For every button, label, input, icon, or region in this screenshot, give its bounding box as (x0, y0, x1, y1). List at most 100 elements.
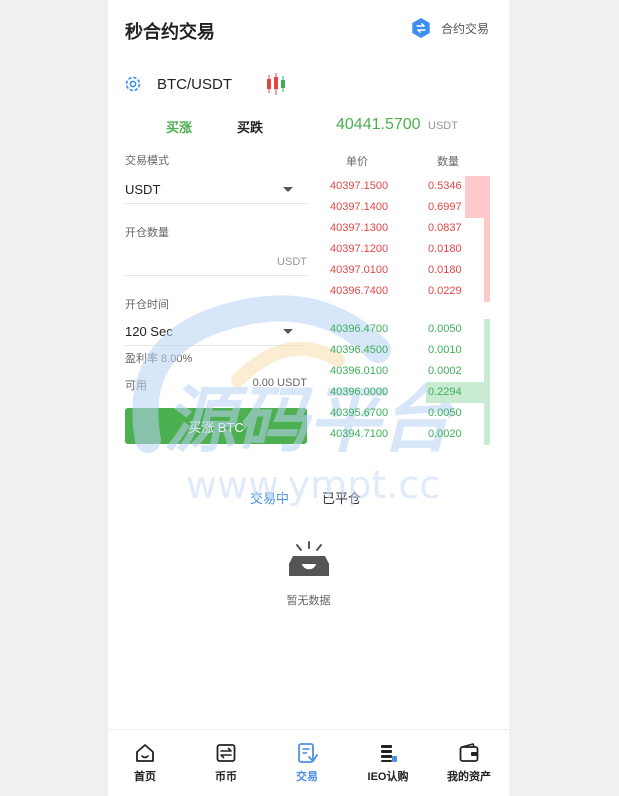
nav-ieo[interactable]: IEO认购 (353, 742, 423, 784)
orderbook-row-sell[interactable]: 40397.1400 0.6997 (330, 197, 490, 218)
depth-bar (484, 319, 490, 340)
qty-label: 开仓数量 (125, 227, 169, 239)
orderbook-row-sell[interactable]: 40396.7400 0.0229 (330, 281, 490, 302)
order-price: 40397.1400 (330, 201, 389, 213)
qty-input[interactable]: USDT (125, 246, 307, 276)
orderbook-row-sell[interactable]: 40397.1200 0.0180 (330, 239, 490, 260)
order-tabs: 交易中 已平仓 (108, 486, 509, 506)
depth-bar (465, 176, 490, 197)
order-price: 40397.1300 (330, 222, 389, 234)
time-label: 开仓时间 (125, 299, 169, 311)
depth-bar (465, 197, 490, 218)
tab-closed[interactable]: 已平仓 (322, 488, 361, 507)
order-qty: 0.0837 (428, 222, 462, 234)
tab-buy-up[interactable]: 买涨 (166, 117, 192, 136)
order-qty: 0.0050 (428, 407, 462, 419)
nav-assets[interactable]: 我的资产 (434, 742, 504, 784)
nav-label: 交易 (296, 771, 318, 783)
orderbook-row-buy[interactable]: 40396.0000 0.2294 (330, 382, 490, 403)
nav-label: 我的资产 (447, 771, 491, 783)
trade-tabs: 买涨 买跌 40441.5700 USDT (108, 114, 509, 138)
tab-buy-down[interactable]: 买跌 (237, 117, 263, 136)
trade-icon (298, 743, 318, 763)
pair-selector: BTC/USDT (123, 70, 288, 98)
header: 秒合约交易 合约交易 (108, 0, 509, 58)
time-select[interactable]: 120 Sec (125, 316, 307, 346)
buy-up-button[interactable]: 买涨 BTC (125, 408, 307, 444)
nav-label: IEO认购 (367, 771, 409, 783)
orderbook-row-sell[interactable]: 40397.0100 0.0180 (330, 260, 490, 281)
caret-down-icon (283, 187, 293, 192)
bottom-nav: 首页 币币 交易 IEO认购 我的资产 (108, 729, 509, 796)
time-value: 120 Sec (125, 324, 173, 339)
qty-unit: USDT (277, 256, 307, 268)
current-price: 40441.5700 (336, 116, 421, 133)
price-header: 单价 (346, 156, 368, 168)
order-price: 40397.1500 (330, 180, 389, 192)
mode-label: 交易模式 (125, 155, 169, 167)
order-price: 40395.6700 (330, 407, 389, 419)
caret-down-icon (283, 329, 293, 334)
order-qty: 0.0020 (428, 428, 462, 440)
available-value: 0.00 USDT (252, 377, 307, 389)
order-price: 40396.0000 (330, 386, 389, 398)
order-price: 40397.0100 (330, 264, 389, 276)
order-price: 40396.0100 (330, 365, 389, 377)
orderbook-row-buy[interactable]: 40396.4700 0.0050 (330, 319, 490, 340)
order-price: 40396.7400 (330, 285, 389, 297)
depth-bar (484, 239, 490, 260)
depth-bar (484, 424, 490, 445)
ieo-icon (381, 745, 397, 762)
depth-bar (484, 218, 490, 239)
depth-bar (484, 260, 490, 281)
swap-icon (412, 18, 430, 38)
depth-bar (484, 340, 490, 361)
depth-bar (484, 361, 490, 382)
nav-home[interactable]: 首页 (110, 742, 180, 784)
home-icon (136, 744, 154, 762)
order-qty: 0.6997 (428, 201, 462, 213)
orderbook-row-buy[interactable]: 40396.4500 0.0010 (330, 340, 490, 361)
candlestick-icon[interactable] (264, 72, 288, 96)
nav-label: 首页 (134, 771, 156, 783)
available-label: 可用 (125, 380, 147, 392)
order-qty: 0.0180 (428, 264, 462, 276)
pair-name[interactable]: BTC/USDT (157, 76, 232, 93)
empty-text: 暂无数据 (286, 595, 331, 607)
qty-header: 数量 (437, 156, 459, 168)
price-unit: USDT (428, 120, 458, 132)
nav-trade[interactable]: 交易 (272, 742, 342, 784)
nav-label: 币币 (215, 771, 237, 783)
app-screen: 秒合约交易 合约交易 BTC/USDT 买涨 买跌 40441.5700 USD… (108, 0, 509, 796)
orderbook-row-buy[interactable]: 40396.0100 0.0002 (330, 361, 490, 382)
nav-spot[interactable]: 币币 (191, 742, 261, 784)
order-price: 40396.4700 (330, 323, 389, 335)
contract-trade-link[interactable]: 合约交易 (411, 18, 489, 38)
mode-select[interactable]: USDT (125, 174, 307, 204)
empty-inbox-icon (288, 541, 329, 576)
tab-trading[interactable]: 交易中 (250, 488, 289, 507)
contract-trade-label: 合约交易 (440, 21, 489, 36)
order-qty: 0.0002 (428, 365, 462, 377)
orderbook-row-sell[interactable]: 40397.1300 0.0837 (330, 218, 490, 239)
exchange-icon (216, 744, 236, 762)
profit-rate: 盈利率 8.00% (125, 353, 193, 365)
orderbook-row-sell[interactable]: 40397.1500 0.5346 (330, 176, 490, 197)
page-title: 秒合约交易 (125, 22, 215, 42)
mode-value: USDT (125, 182, 161, 197)
order-qty: 0.5346 (428, 180, 462, 192)
order-qty: 0.2294 (428, 386, 462, 398)
gear-icon[interactable] (123, 74, 143, 94)
empty-state: 暂无数据 (108, 540, 509, 607)
depth-bar (484, 403, 490, 424)
order-qty: 0.0229 (428, 285, 462, 297)
order-qty: 0.0180 (428, 243, 462, 255)
orderbook-row-buy[interactable]: 40394.7100 0.0020 (330, 424, 490, 445)
order-price: 40396.4500 (330, 344, 389, 356)
order-qty: 0.0010 (428, 344, 462, 356)
order-price: 40397.1200 (330, 243, 389, 255)
orderbook-row-buy[interactable]: 40395.6700 0.0050 (330, 403, 490, 424)
order-qty: 0.0050 (428, 323, 462, 335)
wallet-icon (459, 743, 479, 762)
order-price: 40394.7100 (330, 428, 389, 440)
